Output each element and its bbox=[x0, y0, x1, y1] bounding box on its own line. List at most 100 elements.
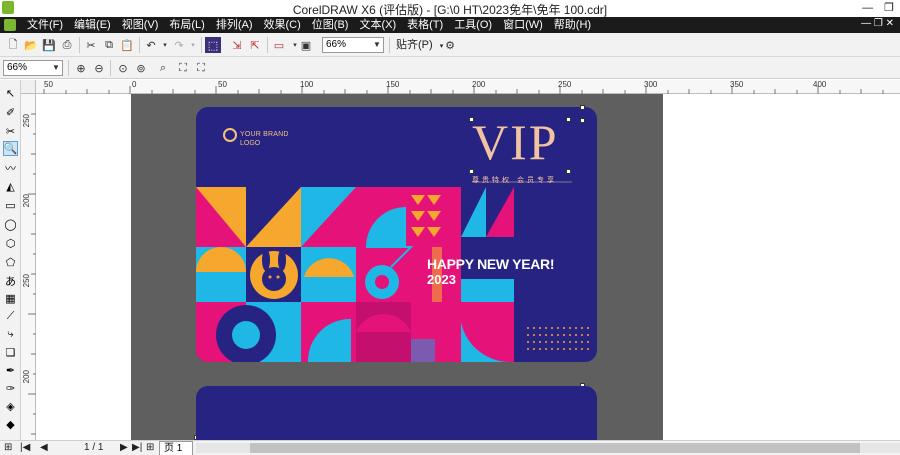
title-bar: CorelDRAW X6 (评估版) - [G:\0 HT\2023免年\免年 … bbox=[0, 0, 900, 17]
menu-effects[interactable]: 效果(C) bbox=[259, 18, 307, 32]
previous-page-icon[interactable]: ◀ bbox=[40, 442, 48, 453]
zoom-to-selected-icon[interactable]: ⊙ bbox=[115, 60, 131, 76]
basic-shapes-tool-icon[interactable]: ⬠ bbox=[3, 255, 18, 270]
menu-bitmaps[interactable]: 位图(B) bbox=[307, 18, 355, 32]
scrollbar-thumb[interactable] bbox=[250, 443, 860, 453]
ruler-label: 200 bbox=[472, 80, 486, 89]
polygon-tool-icon[interactable]: ⬡ bbox=[3, 236, 18, 251]
cut-icon[interactable]: ✂ bbox=[83, 37, 99, 53]
import-icon[interactable]: ⇲ bbox=[229, 37, 245, 53]
menu-view[interactable]: 视图(V) bbox=[117, 18, 165, 32]
print-icon[interactable]: ⎙ bbox=[59, 37, 75, 53]
zoom-out-icon[interactable]: ⊖ bbox=[91, 60, 107, 76]
selection-handle[interactable] bbox=[469, 117, 474, 122]
happy-new-year-text: HAPPY NEW YEAR! bbox=[427, 256, 555, 272]
window-title: CorelDRAW X6 (评估版) - [G:\0 HT\2023免年\免年 … bbox=[292, 3, 608, 17]
ruler-label: 50 bbox=[44, 80, 53, 89]
interactive-fill-tool-icon[interactable]: ◆ bbox=[3, 417, 18, 432]
zoom-to-page-height-icon[interactable]: ⛶ bbox=[193, 60, 209, 76]
ellipse-tool-icon[interactable]: ◯ bbox=[3, 217, 18, 232]
rectangle-tool-icon[interactable]: ▭ bbox=[3, 198, 18, 213]
year-text: 2023 bbox=[427, 272, 456, 287]
outline-pen-tool-icon[interactable]: ✑ bbox=[3, 381, 18, 396]
zoom-property-select[interactable]: 66% ▼ bbox=[3, 60, 63, 76]
menu-arrange[interactable]: 排列(A) bbox=[211, 18, 259, 32]
save-icon[interactable]: 💾 bbox=[41, 37, 57, 53]
smart-fill-tool-icon[interactable]: ◭ bbox=[3, 179, 18, 194]
zoom-to-page-icon[interactable]: ⌕ bbox=[155, 60, 171, 76]
open-folder-icon[interactable]: 📂 bbox=[23, 37, 39, 53]
connector-tool-icon[interactable]: ⤷ bbox=[3, 327, 18, 342]
ruler-origin[interactable] bbox=[21, 80, 36, 94]
menu-table[interactable]: 表格(T) bbox=[402, 18, 449, 32]
document-window-controls[interactable]: — ❐ ✕ bbox=[861, 18, 894, 29]
window-buttons[interactable]: — ❐ bbox=[862, 1, 894, 14]
freehand-tool-icon[interactable]: 〰 bbox=[3, 160, 18, 175]
redo-dropdown-icon[interactable]: ▾ bbox=[185, 37, 201, 53]
ruler-label: 0 bbox=[132, 80, 137, 89]
ruler-label: 200 bbox=[22, 194, 31, 208]
zoom-levels-select[interactable]: 66% ▼ bbox=[322, 37, 384, 53]
zoom-to-all-objects-icon[interactable]: ⊚ bbox=[133, 60, 149, 76]
paste-icon[interactable]: 📋 bbox=[119, 37, 135, 53]
next-page-icon[interactable]: ▶ bbox=[120, 442, 128, 453]
page-add-after-icon[interactable]: ⊞ bbox=[146, 442, 154, 453]
selection-handle[interactable] bbox=[580, 105, 585, 110]
ruler-label: 300 bbox=[644, 80, 658, 89]
ruler-label: 250 bbox=[558, 80, 572, 89]
menu-help[interactable]: 帮助(H) bbox=[549, 18, 597, 32]
selection-handle[interactable] bbox=[469, 169, 474, 174]
search-content-icon[interactable]: ⬚ bbox=[205, 37, 221, 53]
options-icon[interactable]: ⚙ bbox=[442, 37, 458, 53]
page-add-icon[interactable]: ⊞ bbox=[4, 442, 12, 453]
menu-text[interactable]: 文本(X) bbox=[354, 18, 402, 32]
zoom-to-page-width-icon[interactable]: ⛶ bbox=[175, 60, 191, 76]
menu-edit[interactable]: 编辑(E) bbox=[69, 18, 117, 32]
ruler-label: 250 bbox=[22, 274, 31, 288]
table-tool-icon[interactable]: ▦ bbox=[3, 291, 18, 306]
zoom-in-icon[interactable]: ⊕ bbox=[73, 60, 89, 76]
blend-tool-icon[interactable]: ❏ bbox=[3, 345, 18, 360]
document-icon[interactable] bbox=[4, 19, 16, 31]
brand-logo-icon bbox=[223, 128, 237, 142]
menu-file[interactable]: 文件(F) bbox=[22, 18, 69, 32]
menu-layout[interactable]: 布局(L) bbox=[164, 18, 210, 32]
ruler-label: 100 bbox=[300, 80, 314, 89]
new-document-icon[interactable]: 🗋 bbox=[5, 37, 21, 53]
restore-button[interactable]: ❐ bbox=[884, 2, 894, 14]
selection-handle[interactable] bbox=[580, 118, 585, 123]
pick-tool-icon[interactable]: ↖ bbox=[3, 86, 18, 101]
eyedropper-tool-icon[interactable]: ✒ bbox=[3, 363, 18, 378]
page-navigator-bar: ⊞ |◀ ◀ 1 / 1 ▶ ▶| ⊞ 页 1 bbox=[0, 440, 900, 455]
zoom-property-value: 66% bbox=[7, 62, 28, 73]
ruler-label: 350 bbox=[730, 80, 744, 89]
fill-tool-icon[interactable]: ◈ bbox=[3, 399, 18, 414]
selection-handle[interactable] bbox=[566, 169, 571, 174]
horizontal-scrollbar[interactable] bbox=[196, 443, 900, 453]
vertical-ruler[interactable]: 250 200 250 200 bbox=[21, 94, 36, 440]
last-page-icon[interactable]: ▶| bbox=[132, 442, 142, 453]
crop-tool-icon[interactable]: ✂ bbox=[3, 124, 18, 139]
application-launcher-icon[interactable]: ▭ bbox=[271, 37, 287, 53]
zoom-tool-icon[interactable]: 🔍 bbox=[3, 141, 18, 156]
export-icon[interactable]: ⇱ bbox=[247, 37, 263, 53]
page-tab[interactable]: 页 1 bbox=[159, 441, 193, 455]
ruler-label: 50 bbox=[218, 80, 227, 89]
snap-to-button[interactable]: 贴齐(P) ▾ bbox=[396, 37, 443, 55]
minimize-button[interactable]: — bbox=[862, 2, 873, 14]
dimension-tool-icon[interactable]: ⟋ bbox=[3, 309, 18, 324]
welcome-screen-icon[interactable]: ▣ bbox=[298, 37, 314, 53]
copy-icon[interactable]: ⧉ bbox=[101, 37, 117, 53]
shape-tool-icon[interactable]: ✐ bbox=[3, 105, 18, 120]
drawing-canvas[interactable]: YOUR BRAND LOGO VIP 尊贵特权 会员专享 HAPPY NEW … bbox=[36, 94, 900, 440]
vip-card-front[interactable]: YOUR BRAND LOGO VIP 尊贵特权 会员专享 HAPPY NEW … bbox=[196, 107, 597, 362]
menu-tools[interactable]: 工具(O) bbox=[449, 18, 498, 32]
horizontal-ruler[interactable]: 50 0 50 100 150 200 250 300 350 400 bbox=[36, 80, 900, 94]
vip-card-back[interactable] bbox=[196, 386, 597, 440]
text-tool-icon[interactable]: あ bbox=[3, 273, 18, 288]
vip-subtitle: 尊贵特权 会员专享 bbox=[472, 177, 557, 184]
first-page-icon[interactable]: |◀ bbox=[20, 442, 30, 453]
menu-window[interactable]: 窗口(W) bbox=[498, 18, 549, 32]
ruler-label: 400 bbox=[813, 80, 827, 89]
selection-handle[interactable] bbox=[566, 117, 571, 122]
